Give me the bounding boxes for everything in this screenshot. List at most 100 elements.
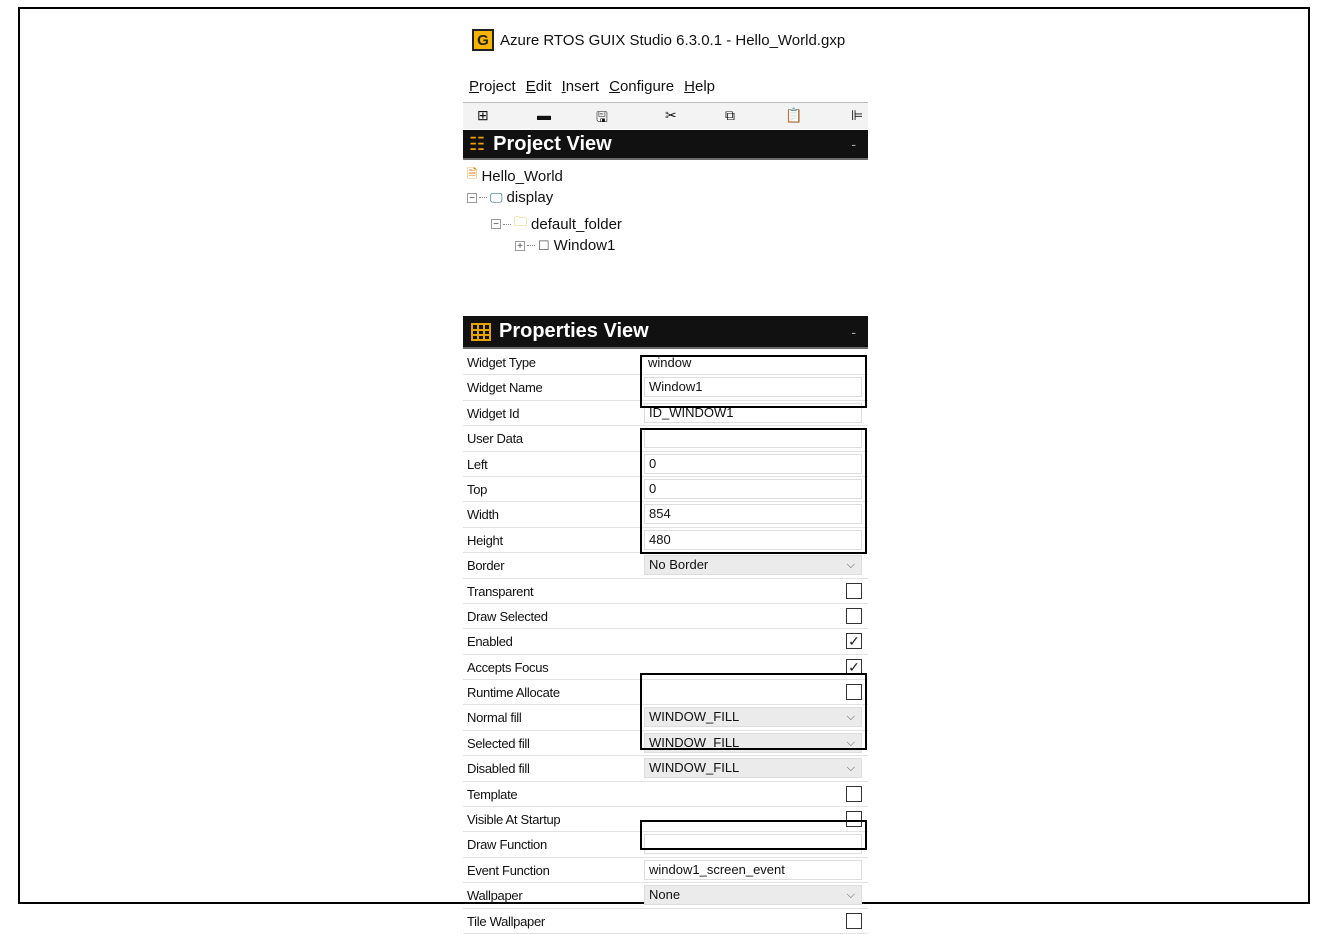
- project-view-title: Project View: [493, 132, 612, 155]
- collapse-icon[interactable]: −: [467, 192, 477, 203]
- prop-label: Template: [467, 786, 518, 802]
- guix-logo-icon: G: [472, 29, 494, 51]
- prop-row-widget-type: Widget Type window: [463, 350, 868, 376]
- chevron-down-icon: ⌵: [846, 711, 855, 724]
- prop-label: Selected fill: [467, 735, 530, 751]
- window-title: Azure RTOS GUIX Studio 6.3.0.1 - Hello_W…: [500, 31, 846, 49]
- prop-row-template: Template: [463, 782, 868, 808]
- tree-label: default_folder: [531, 215, 622, 233]
- project-view-header: ☷ Project View -: [463, 130, 868, 160]
- event-function-field[interactable]: window1_screen_event: [644, 859, 862, 880]
- visible-at-startup-checkbox[interactable]: [846, 811, 862, 828]
- tree-node-window1[interactable]: + ☐ Window1: [515, 237, 615, 254]
- accepts-focus-checkbox[interactable]: ✓: [846, 658, 862, 675]
- prop-label: Wallpaper: [467, 888, 523, 904]
- width-field[interactable]: 854: [644, 504, 862, 525]
- project-tree: 🗎 Hello_World − 🖵 display − 🗀 default_fo…: [463, 163, 868, 313]
- normal-fill-select[interactable]: WINDOW_FILL ⌵: [644, 707, 862, 728]
- menu-project[interactable]: Project: [469, 78, 516, 100]
- collapse-icon[interactable]: −: [491, 219, 501, 230]
- expand-icon[interactable]: +: [515, 240, 525, 251]
- folder-icon: 🗀: [514, 214, 528, 229]
- draw-selected-checkbox[interactable]: [846, 607, 862, 624]
- widget-id-field[interactable]: ID_WINDOW1: [644, 402, 862, 423]
- prop-row-draw-function: Draw Function: [463, 832, 868, 858]
- prop-row-user-data: User Data: [463, 426, 868, 452]
- tree-label: display: [506, 189, 554, 206]
- new-icon[interactable]: ⊞: [477, 107, 489, 124]
- tree-connector: [503, 223, 511, 225]
- widget-name-field[interactable]: Window1: [644, 377, 862, 398]
- disabled-fill-select[interactable]: WINDOW_FILL ⌵: [644, 758, 862, 779]
- prop-label: Transparent: [467, 583, 534, 599]
- height-field[interactable]: 480: [644, 529, 862, 550]
- prop-label: Enabled: [467, 634, 513, 650]
- prop-row-border: Border No Border ⌵: [463, 553, 868, 579]
- project-tree-icon: ☷: [469, 133, 486, 154]
- selected-fill-value: WINDOW_FILL: [649, 734, 740, 750]
- wallpaper-value: None: [649, 887, 681, 903]
- menu-help[interactable]: Help: [684, 78, 715, 100]
- prop-row-enabled: Enabled ✓: [463, 629, 868, 655]
- prop-label: Widget Name: [467, 380, 543, 396]
- prop-row-top: Top 0: [463, 477, 868, 503]
- user-data-field[interactable]: [644, 428, 862, 449]
- tree-node-display[interactable]: − 🖵 display: [467, 189, 553, 206]
- prop-label: Runtime Allocate: [467, 685, 560, 701]
- template-checkbox[interactable]: [846, 785, 862, 802]
- prop-label: Normal fill: [467, 710, 522, 726]
- save-icon[interactable]: 🖫: [596, 107, 608, 131]
- cut-icon[interactable]: ✂: [665, 107, 677, 124]
- enabled-checkbox[interactable]: ✓: [846, 633, 862, 650]
- prop-row-normal-fill: Normal fill WINDOW_FILL ⌵: [463, 705, 868, 731]
- wallpaper-select[interactable]: None ⌵: [644, 885, 862, 906]
- prop-row-disabled-fill: Disabled fill WINDOW_FILL ⌵: [463, 756, 868, 782]
- tile-wallpaper-checkbox[interactable]: [846, 912, 862, 929]
- prop-label: Visible At Startup: [467, 812, 561, 828]
- transparent-checkbox[interactable]: [846, 582, 862, 599]
- project-view-minimize-button[interactable]: -: [851, 136, 856, 152]
- guix-studio-window: G Azure RTOS GUIX Studio 6.3.0.1 - Hello…: [463, 18, 868, 934]
- runtime-allocate-checkbox[interactable]: [846, 684, 862, 701]
- prop-row-widget-name: Widget Name Window1: [463, 375, 868, 401]
- prop-row-height: Height 480: [463, 528, 868, 554]
- prop-label: Widget Type: [467, 355, 536, 370]
- selected-fill-select[interactable]: WINDOW_FILL ⌵: [644, 732, 862, 753]
- menu-edit[interactable]: Edit: [526, 78, 552, 100]
- copy-icon[interactable]: ⧉: [725, 107, 735, 124]
- border-select-value: No Border: [649, 557, 709, 573]
- prop-label: Left: [467, 456, 488, 472]
- left-field[interactable]: 0: [644, 453, 862, 474]
- top-field[interactable]: 0: [644, 478, 862, 499]
- prop-row-selected-fill: Selected fill WINDOW_FILL ⌵: [463, 731, 868, 757]
- border-select[interactable]: No Border ⌵: [644, 555, 862, 576]
- prop-row-left: Left 0: [463, 452, 868, 477]
- menu-bar: Project Edit Insert Configure Help: [463, 78, 868, 100]
- prop-row-event-function: Event Function window1_screen_event: [463, 858, 868, 884]
- tree-node-default-folder[interactable]: − 🗀 default_folder: [491, 213, 622, 235]
- prop-row-accepts-focus: Accepts Focus ✓: [463, 655, 868, 681]
- tree-label: Hello_World: [481, 167, 563, 185]
- menu-configure[interactable]: Configure: [609, 78, 674, 100]
- prop-row-transparent: Transparent: [463, 579, 868, 604]
- normal-fill-value: WINDOW_FILL: [649, 709, 740, 725]
- prop-row-tile-wallpaper: Tile Wallpaper: [463, 909, 868, 934]
- open-folder-icon[interactable]: ▬: [537, 107, 551, 123]
- prop-label: Height: [467, 532, 503, 548]
- chevron-down-icon: ⌵: [846, 736, 855, 749]
- prop-label: Draw Function: [467, 837, 547, 853]
- tree-connector: [527, 245, 535, 246]
- align-left-icon[interactable]: ⊫: [851, 107, 863, 124]
- prop-row-wallpaper: Wallpaper None ⌵: [463, 883, 868, 909]
- prop-row-runtime-allocate: Runtime Allocate: [463, 680, 868, 706]
- prop-label: Event Function: [467, 862, 550, 878]
- properties-view-minimize-button[interactable]: -: [851, 324, 856, 340]
- paste-icon[interactable]: 📋: [785, 107, 802, 124]
- tree-node-hello-world[interactable]: 🗎 Hello_World: [467, 165, 563, 187]
- prop-label: Accepts Focus: [467, 659, 549, 675]
- prop-row-width: Width 854: [463, 502, 868, 528]
- prop-label: Top: [467, 481, 488, 497]
- prop-label: Widget Id: [467, 405, 520, 421]
- menu-insert[interactable]: Insert: [562, 78, 600, 100]
- draw-function-field[interactable]: [644, 834, 862, 855]
